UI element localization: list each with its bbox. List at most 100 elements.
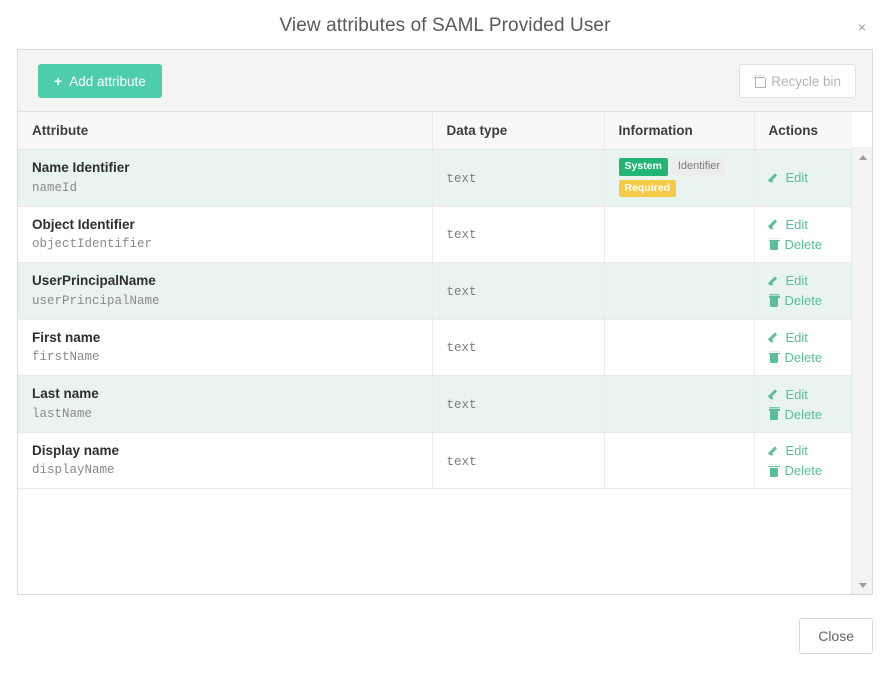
data-type-value: text	[446, 284, 477, 299]
cell-information	[603, 375, 754, 433]
cell-information	[603, 262, 754, 320]
recycle-bin-label: Recycle bin	[771, 73, 841, 89]
cell-actions: Edit Delete	[753, 432, 853, 490]
attribute-display-name: Last name	[32, 386, 99, 402]
cell-attribute: Object Identifier objectIdentifier	[18, 206, 432, 264]
pencil-icon	[769, 445, 781, 457]
trash-icon	[768, 351, 780, 364]
edit-link[interactable]: Edit	[769, 330, 853, 345]
delete-label: Delete	[784, 293, 823, 309]
attributes-panel: + Add attribute Recycle bin Attribute Da…	[17, 49, 873, 595]
status-badge: System	[618, 158, 668, 177]
action-links: Edit Delete	[768, 330, 853, 365]
action-links: Edit Delete	[768, 217, 853, 252]
cell-data-type: text	[431, 206, 604, 264]
attribute-display-name: Object Identifier	[32, 216, 135, 232]
delete-link[interactable]: Delete	[768, 237, 853, 252]
badge-group: System Identifier Required	[618, 158, 751, 198]
pencil-icon	[769, 218, 781, 230]
data-type-value: text	[446, 454, 477, 469]
attributes-table: Attribute Data type Information Actions …	[18, 112, 853, 490]
column-header-data-type: Data type	[431, 112, 604, 150]
table-row: UserPrincipalName userPrincipalName text Ed…	[18, 262, 853, 320]
status-badge: Required	[618, 180, 677, 198]
column-header-actions: Actions	[753, 112, 852, 150]
cell-data-type: text	[431, 375, 604, 433]
attributes-table-body: Name Identifier nameId text System Identifie…	[18, 149, 853, 490]
attribute-key: lastName	[32, 406, 93, 421]
edit-label: Edit	[785, 386, 808, 402]
edit-link[interactable]: Edit	[769, 170, 853, 185]
delete-label: Delete	[784, 463, 823, 479]
delete-link[interactable]: Delete	[768, 406, 853, 422]
table-header-row: Attribute Data type Information Actions	[18, 112, 852, 150]
data-type-value: text	[446, 171, 477, 186]
cell-information: System Identifier Required	[603, 149, 754, 207]
dialog-header: View attributes of SAML Provided User ×	[0, 0, 890, 50]
delete-link[interactable]: Delete	[768, 463, 853, 479]
action-links: Edit	[769, 170, 853, 185]
edit-label: Edit	[785, 216, 808, 232]
cell-actions: Edit Delete	[753, 262, 853, 320]
cell-data-type: text	[431, 432, 604, 490]
action-links: Edit Delete	[768, 387, 853, 422]
cell-actions: Edit Delete	[753, 206, 853, 264]
attribute-key: objectIdentifier	[32, 237, 153, 252]
cell-data-type: text	[431, 262, 604, 320]
table-row: Object Identifier objectIdentifier text Edi…	[18, 206, 853, 264]
attribute-display-name: First name	[32, 329, 101, 345]
table-row: First name firstName text Edit Delete	[18, 319, 853, 377]
cell-information	[603, 319, 754, 377]
pencil-icon	[769, 172, 781, 184]
scroll-down-arrow-icon[interactable]	[852, 577, 872, 593]
view-attributes-dialog: View attributes of SAML Provided User × …	[0, 0, 890, 676]
trash-icon	[768, 408, 780, 421]
edit-link[interactable]: Edit	[769, 217, 853, 232]
delete-link[interactable]: Delete	[768, 349, 853, 365]
trash-icon	[768, 465, 780, 477]
edit-link[interactable]: Edit	[769, 273, 853, 288]
cell-information	[603, 206, 754, 264]
delete-label: Delete	[784, 406, 823, 422]
close-button[interactable]: Close	[799, 618, 873, 654]
data-type-value: text	[446, 398, 477, 413]
panel-toolbar: + Add attribute Recycle bin	[18, 50, 872, 112]
scroll-up-arrow-icon[interactable]	[852, 149, 872, 165]
delete-link[interactable]: Delete	[768, 293, 853, 309]
cell-actions: Edit Delete	[753, 375, 853, 433]
page-title: View attributes of SAML Provided User	[279, 15, 611, 36]
attribute-key: firstName	[32, 350, 100, 365]
add-attribute-label: Add attribute	[69, 73, 146, 89]
action-links: Edit Delete	[768, 273, 853, 309]
cell-attribute: Name Identifier nameId	[18, 149, 432, 207]
delete-label: Delete	[784, 349, 823, 365]
table-scrollbar[interactable]	[851, 147, 872, 594]
close-icon[interactable]: ×	[854, 19, 870, 35]
table-row: Name Identifier nameId text System Identifie…	[18, 149, 853, 207]
attribute-display-name: Display name	[32, 442, 120, 458]
attributes-table-container: Attribute Data type Information Actions …	[18, 112, 872, 594]
table-row: Display name displayName text Edit Delete	[18, 432, 853, 490]
cell-actions: Edit	[753, 149, 853, 207]
edit-label: Edit	[785, 329, 808, 345]
edit-link[interactable]: Edit	[769, 443, 853, 458]
plus-icon: +	[54, 73, 63, 89]
pencil-icon	[769, 275, 781, 287]
edit-label: Edit	[785, 443, 808, 459]
recycle-bin-button[interactable]: Recycle bin	[739, 64, 856, 98]
cell-attribute: Last name lastName	[18, 375, 432, 433]
attribute-key: nameId	[32, 180, 78, 195]
edit-link[interactable]: Edit	[769, 387, 853, 402]
add-attribute-button[interactable]: + Add attribute	[38, 64, 162, 98]
edit-label: Edit	[785, 170, 808, 186]
attribute-key: displayName	[32, 463, 115, 478]
cell-attribute: First name firstName	[18, 319, 432, 377]
cell-attribute: Display name displayName	[18, 432, 432, 490]
status-badge: Identifier	[671, 158, 727, 177]
cell-attribute: UserPrincipalName userPrincipalName	[18, 262, 432, 320]
pencil-icon	[769, 388, 781, 400]
cell-information	[603, 432, 754, 490]
pencil-icon	[769, 331, 781, 343]
edit-label: Edit	[785, 273, 808, 289]
column-header-information: Information	[603, 112, 754, 150]
